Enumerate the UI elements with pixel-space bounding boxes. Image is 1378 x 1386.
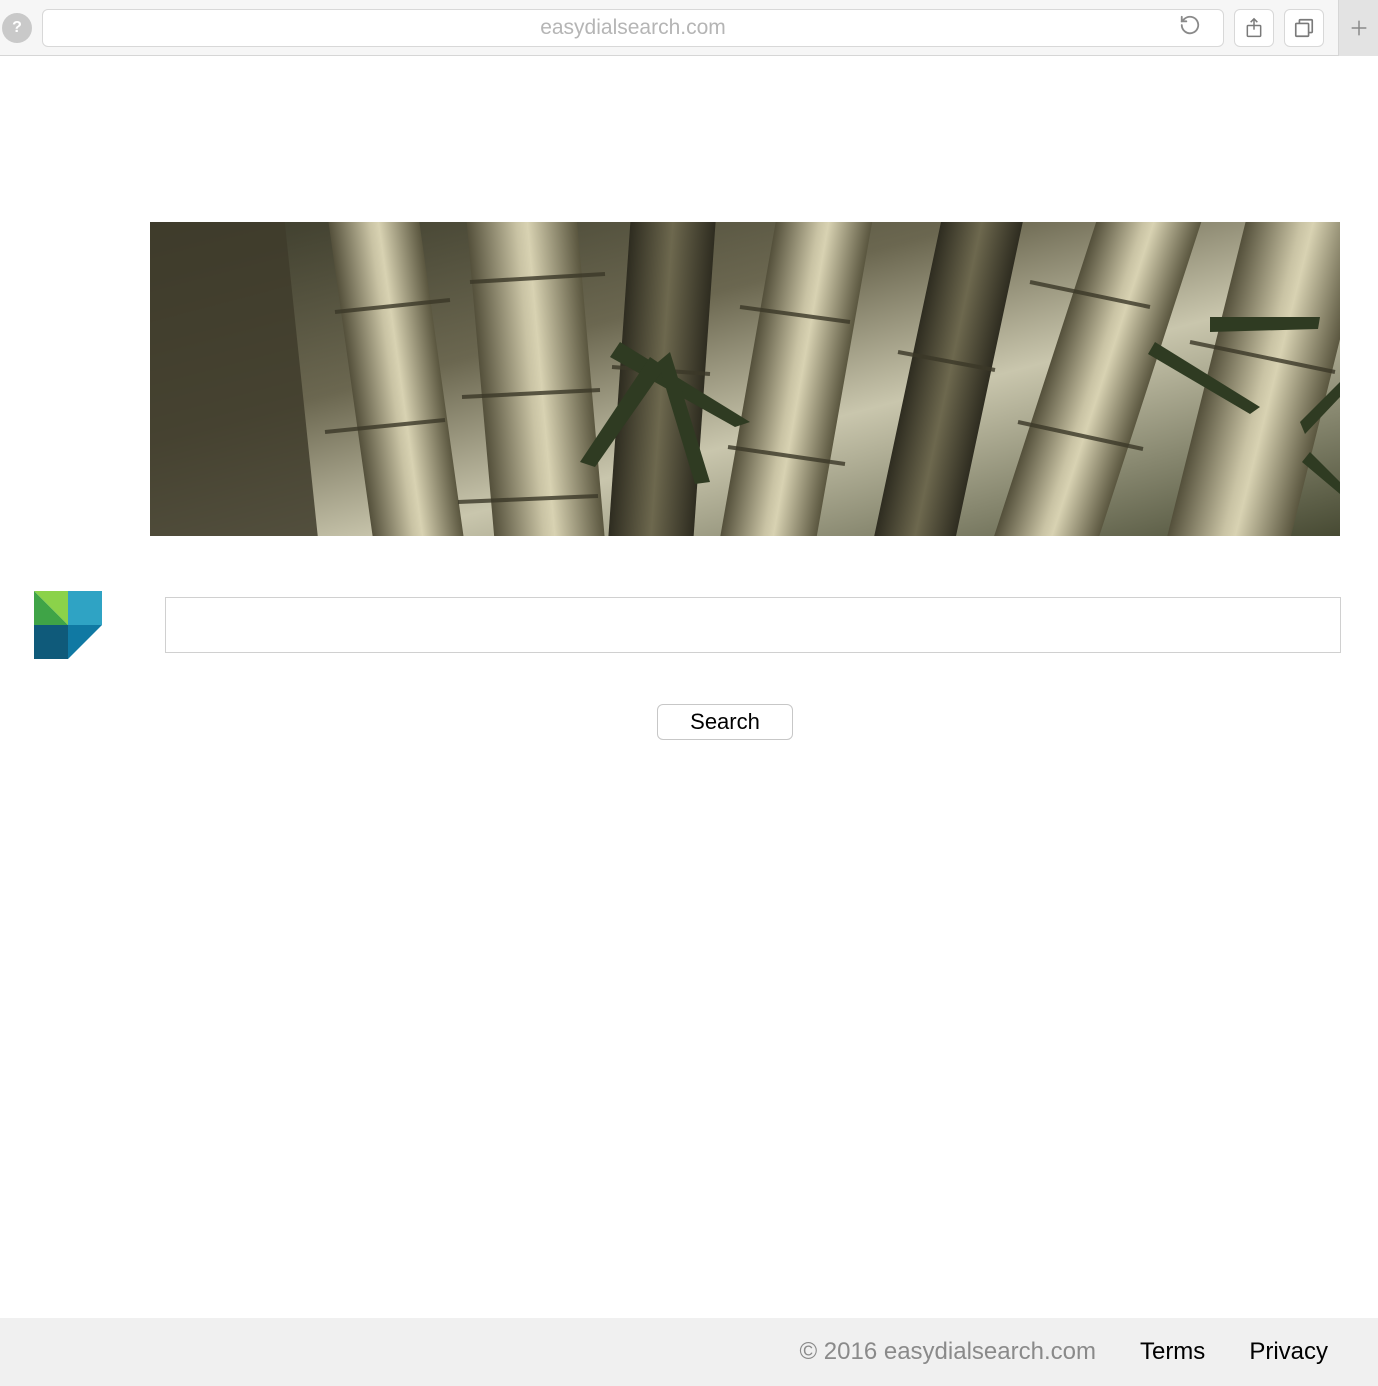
- toolbar-buttons: [1234, 0, 1370, 56]
- site-identity-icon[interactable]: ?: [2, 13, 32, 43]
- footer-copyright: © 2016 easydialsearch.com: [799, 1338, 1096, 1366]
- new-tab-button[interactable]: [1338, 0, 1378, 56]
- search-button[interactable]: Search: [657, 704, 793, 740]
- tabs-icon[interactable]: [1284, 9, 1324, 47]
- footer-terms-link[interactable]: Terms: [1140, 1338, 1205, 1366]
- browser-toolbar: ? easydialsearch.com: [0, 0, 1378, 56]
- address-url: easydialsearch.com: [43, 16, 1223, 40]
- search-input[interactable]: [165, 597, 1341, 653]
- page-content: Search: [0, 56, 1378, 1318]
- reload-icon[interactable]: [1179, 14, 1201, 42]
- share-icon[interactable]: [1234, 9, 1274, 47]
- site-logo-icon: [34, 591, 102, 659]
- address-bar[interactable]: easydialsearch.com: [42, 9, 1224, 47]
- footer-privacy-link[interactable]: Privacy: [1249, 1338, 1328, 1366]
- hero-image: [150, 222, 1340, 536]
- footer: © 2016 easydialsearch.com Terms Privacy: [0, 1318, 1378, 1386]
